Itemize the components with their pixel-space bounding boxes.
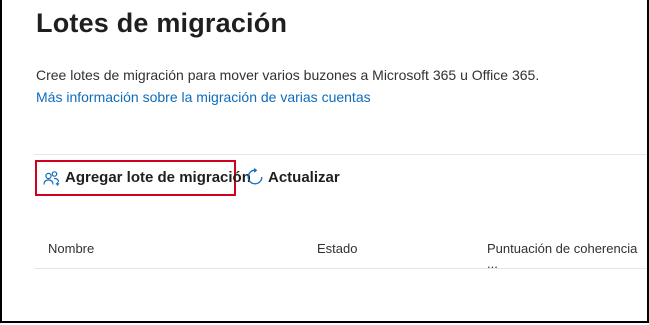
learn-more-link[interactable]: Más información sobre la migración de va… [36, 89, 371, 105]
refresh-label: Actualizar [268, 168, 340, 186]
page-description: Cree lotes de migración para mover vario… [36, 67, 540, 83]
add-people-icon [43, 170, 61, 186]
add-migration-batch-label: Agregar lote de migración [65, 169, 251, 186]
toolbar-divider [34, 154, 647, 155]
add-migration-batch-button[interactable]: Agregar lote de migración [43, 169, 251, 186]
column-header-status[interactable]: Estado [317, 241, 357, 256]
table-header-divider [34, 268, 647, 269]
migration-batches-panel: Lotes de migración Cree lotes de migraci… [0, 0, 649, 323]
refresh-button[interactable]: Actualizar [246, 168, 340, 186]
page-title: Lotes de migración [36, 8, 288, 38]
column-header-consistency-score[interactable]: Puntuación de coherencia ... [487, 241, 647, 271]
refresh-icon [246, 168, 264, 186]
column-header-name[interactable]: Nombre [48, 241, 94, 256]
